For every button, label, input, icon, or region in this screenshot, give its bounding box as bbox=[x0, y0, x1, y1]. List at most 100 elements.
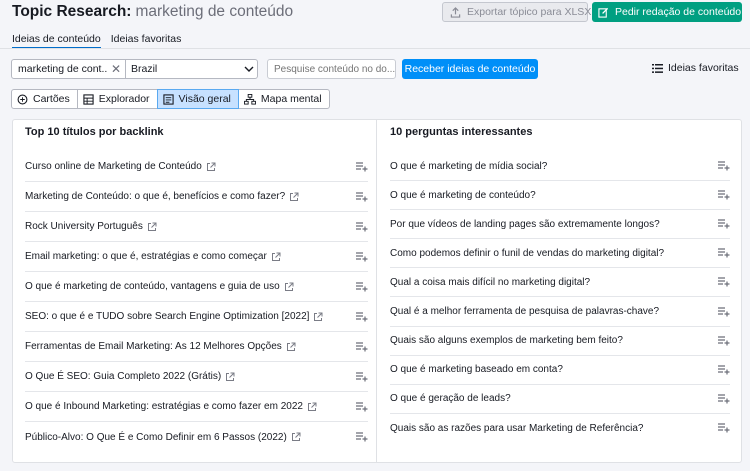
list-item: Email marketing: o que é, estratégias e … bbox=[25, 242, 368, 272]
clear-icon[interactable]: ✕ bbox=[107, 62, 125, 76]
external-link-icon[interactable] bbox=[307, 402, 317, 412]
question-text: Quais são alguns exemplos de marketing b… bbox=[390, 335, 623, 347]
mind-map-icon bbox=[243, 93, 261, 105]
title-link[interactable]: Email marketing: o que é, estratégias e … bbox=[25, 251, 281, 262]
question-text: O que é marketing de mídia social? bbox=[390, 160, 548, 172]
view-explorer-button[interactable]: Explorador bbox=[76, 89, 158, 109]
list-item: Ferramentas de Email Marketing: As 12 Me… bbox=[25, 332, 368, 362]
add-to-favorites-icon[interactable] bbox=[718, 190, 730, 200]
top-titles-panel: Top 10 títulos por backlink Curso online… bbox=[13, 120, 377, 462]
title-text: Rock University Português bbox=[25, 221, 143, 232]
list-item: Público-Alvo: O Que É e Como Definir em … bbox=[25, 422, 368, 452]
add-to-favorites-icon[interactable] bbox=[356, 371, 368, 382]
top-titles-heading: Top 10 títulos por backlink bbox=[25, 126, 164, 138]
external-link-icon[interactable] bbox=[271, 252, 281, 262]
list-item: O que é marketing baseado em conta? bbox=[390, 356, 730, 385]
edit-icon bbox=[598, 7, 615, 18]
top-titles-list: Curso online de Marketing de Conteúdo Ma… bbox=[25, 152, 368, 452]
list-item: Quais são alguns exemplos de marketing b… bbox=[390, 327, 730, 356]
external-link-icon[interactable] bbox=[147, 222, 157, 232]
title-link[interactable]: Marketing de Conteúdo: o que é, benefíci… bbox=[25, 191, 299, 202]
add-to-favorites-icon[interactable] bbox=[718, 423, 730, 433]
add-to-favorites-icon[interactable] bbox=[356, 221, 368, 232]
questions-list: O que é marketing de mídia social? O que… bbox=[390, 152, 730, 443]
search-group: marketing de cont... ✕ Brazil bbox=[11, 59, 258, 79]
view-overview-button[interactable]: Visão geral bbox=[156, 89, 239, 109]
export-xlsx-button[interactable]: Exportar tópico para XLSX bbox=[442, 2, 592, 22]
external-link-icon[interactable] bbox=[286, 342, 296, 352]
external-link-icon[interactable] bbox=[313, 312, 323, 322]
list-item: Qual a coisa mais difícil no marketing d… bbox=[390, 268, 730, 298]
list-item: Qual é a melhor ferramenta de pesquisa d… bbox=[390, 297, 730, 327]
question-text: O que é marketing baseado em conta? bbox=[390, 364, 563, 376]
view-cards-label: Cartões bbox=[33, 93, 70, 105]
add-to-favorites-icon[interactable] bbox=[718, 306, 730, 317]
add-to-favorites-icon[interactable] bbox=[718, 219, 730, 229]
page-title-keyword: marketing de conteúdo bbox=[135, 3, 294, 20]
add-to-favorites-icon[interactable] bbox=[356, 311, 368, 322]
keyword-input[interactable]: marketing de cont... bbox=[12, 63, 107, 75]
view-mind-map-button[interactable]: Mapa mental bbox=[237, 89, 330, 109]
page-title-label: Topic Research: bbox=[12, 3, 132, 20]
list-item: O que é marketing de mídia social? bbox=[390, 152, 730, 182]
favorites-link-label: Ideias favoritas bbox=[668, 62, 739, 74]
title-link[interactable]: Público-Alvo: O Que É e Como Definir em … bbox=[25, 432, 301, 443]
tab-favorite-ideas[interactable]: Ideias favoritas bbox=[111, 32, 182, 49]
question-text: O que é geração de leads? bbox=[390, 393, 511, 405]
external-link-icon[interactable] bbox=[284, 282, 294, 292]
title-link[interactable]: Curso online de Marketing de Conteúdo bbox=[25, 161, 216, 172]
external-link-icon[interactable] bbox=[225, 372, 235, 382]
add-to-favorites-icon[interactable] bbox=[356, 401, 368, 412]
view-switcher: Cartões Explorador Visão geral Mapa ment… bbox=[11, 89, 330, 109]
title-link[interactable]: Rock University Português bbox=[25, 221, 157, 232]
country-select[interactable]: Brazil bbox=[126, 63, 241, 75]
list-item: O que é Inbound Marketing: estratégias e… bbox=[25, 392, 368, 422]
tab-content-ideas[interactable]: Ideias de conteúdo bbox=[12, 32, 101, 49]
chevron-down-icon[interactable] bbox=[241, 66, 257, 72]
add-to-favorites-icon[interactable] bbox=[356, 251, 368, 262]
add-to-favorites-icon[interactable] bbox=[356, 161, 368, 172]
add-to-favorites-icon[interactable] bbox=[718, 365, 730, 375]
add-to-favorites-icon[interactable] bbox=[718, 161, 730, 171]
list-item: Como podemos definir o funil de vendas d… bbox=[390, 239, 730, 269]
add-to-favorites-icon[interactable] bbox=[356, 191, 368, 202]
add-to-favorites-icon[interactable] bbox=[718, 277, 730, 287]
add-to-favorites-icon[interactable] bbox=[356, 432, 368, 442]
page-title: Topic Research: marketing de conteúdo bbox=[12, 3, 293, 21]
external-link-icon[interactable] bbox=[289, 192, 299, 202]
tabs-divider bbox=[0, 48, 750, 49]
title-link[interactable]: SEO: o que é e TUDO sobre Search Engine … bbox=[25, 311, 323, 322]
title-link[interactable]: O que é Inbound Marketing: estratégias e… bbox=[25, 401, 317, 412]
question-text: Quais são as razões para usar Marketing … bbox=[390, 422, 644, 434]
list-item: SEO: o que é e TUDO sobre Search Engine … bbox=[25, 302, 368, 332]
question-text: O que é marketing de conteúdo? bbox=[390, 189, 536, 201]
external-link-icon[interactable] bbox=[206, 162, 216, 172]
overview-icon bbox=[162, 93, 179, 105]
request-content-button[interactable]: Pedir redação de conteúdo bbox=[592, 2, 742, 22]
view-mind-map-label: Mapa mental bbox=[260, 93, 322, 105]
add-to-favorites-icon[interactable] bbox=[356, 341, 368, 352]
external-link-icon[interactable] bbox=[291, 432, 301, 442]
question-text: Como podemos definir o funil de vendas d… bbox=[390, 247, 665, 259]
title-text: O Que É SEO: Guia Completo 2022 (Grátis) bbox=[25, 371, 222, 382]
title-text: Email marketing: o que é, estratégias e … bbox=[25, 251, 267, 262]
export-xlsx-label: Exportar tópico para XLSX bbox=[467, 6, 592, 18]
list-item: O Que É SEO: Guia Completo 2022 (Grátis) bbox=[25, 362, 368, 392]
view-cards-button[interactable]: Cartões bbox=[11, 89, 78, 109]
view-explorer-label: Explorador bbox=[98, 93, 150, 105]
list-item: Rock University Português bbox=[25, 212, 368, 242]
question-text: Qual é a melhor ferramenta de pesquisa d… bbox=[390, 306, 660, 318]
get-ideas-button[interactable]: Receber ideias de conteúdo bbox=[402, 59, 538, 79]
overview-card: Top 10 títulos por backlink Curso online… bbox=[12, 119, 742, 463]
list-icon bbox=[652, 63, 668, 73]
add-to-favorites-icon[interactable] bbox=[356, 281, 368, 292]
favorites-link[interactable]: Ideias favoritas bbox=[652, 62, 739, 74]
add-to-favorites-icon[interactable] bbox=[718, 336, 730, 346]
title-link[interactable]: O Que É SEO: Guia Completo 2022 (Grátis) bbox=[25, 371, 235, 382]
add-to-favorites-icon[interactable] bbox=[718, 394, 730, 404]
title-link[interactable]: Ferramentas de Email Marketing: As 12 Me… bbox=[25, 341, 296, 352]
title-text: SEO: o que é e TUDO sobre Search Engine … bbox=[25, 311, 310, 322]
add-to-favorites-icon[interactable] bbox=[718, 248, 730, 258]
content-filter-input[interactable] bbox=[267, 59, 396, 79]
title-link[interactable]: O que é marketing de conteúdo, vantagens… bbox=[25, 281, 294, 292]
